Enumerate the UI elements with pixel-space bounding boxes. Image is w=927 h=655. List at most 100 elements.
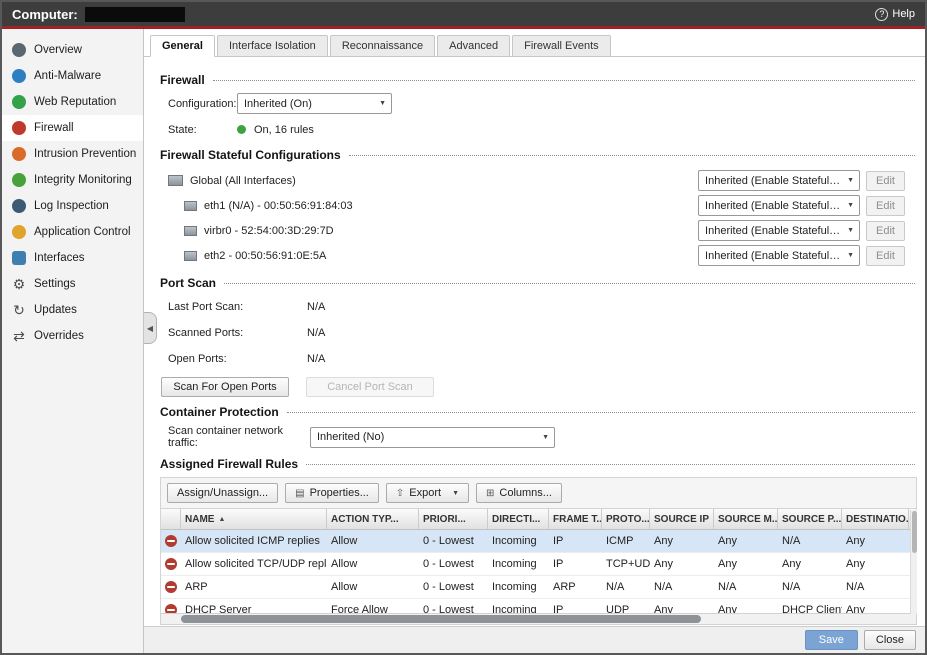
integrity-monitoring-icon — [12, 173, 26, 187]
edit-button[interactable]: Edit — [866, 196, 905, 216]
assigned-rules-block: Assign/Unassign... ▤ Properties... ⇧ Exp… — [160, 477, 917, 625]
port-scan-buttons: Scan For Open Ports Cancel Port Scan — [161, 377, 925, 397]
collapse-arrow-icon: ◀ — [147, 324, 153, 333]
sidebar-item-overview[interactable]: Overview — [2, 37, 143, 63]
rule-cell: Incoming — [488, 535, 549, 547]
column-header-source-port[interactable]: SOURCE P... — [778, 509, 842, 529]
columns-button[interactable]: ⊞ Columns... — [476, 483, 562, 503]
rule-cell: 0 - Lowest — [419, 558, 488, 570]
overrides-icon: ⇄ — [12, 329, 26, 343]
sidebar-item-interfaces[interactable]: Interfaces — [2, 245, 143, 271]
stateful-config-select[interactable]: Inherited (Enable Stateful Inspection) ▼ — [698, 220, 860, 241]
sidebar-item-integrity-monitoring[interactable]: Integrity Monitoring — [2, 167, 143, 193]
tab-interface-isolation[interactable]: Interface Isolation — [217, 35, 328, 57]
stateful-config-select[interactable]: Inherited (Enable Stateful Inspection) ▼ — [698, 170, 860, 191]
column-header-action-type[interactable]: ACTION TYP... — [327, 509, 419, 529]
window-title: Computer: — [12, 7, 78, 22]
horizontal-scrollbar[interactable] — [160, 613, 917, 625]
rule-row[interactable]: ARP Allow 0 - Lowest Incoming ARP N/A N/… — [161, 576, 917, 599]
open-ports-row: Open Ports: N/A — [168, 348, 925, 369]
web-reputation-icon — [12, 95, 26, 109]
port-scan-section-heading: Port Scan — [160, 276, 915, 290]
dotted-rule — [287, 412, 915, 413]
rule-cell: IP — [549, 558, 602, 570]
firewall-section-heading: Firewall — [160, 73, 915, 87]
column-header-priority[interactable]: PRIORI... — [419, 509, 488, 529]
sidebar-item-overrides[interactable]: ⇄ Overrides — [2, 323, 143, 349]
rule-cell: Allow — [327, 558, 419, 570]
vertical-scrollbar[interactable] — [910, 510, 917, 614]
sidebar-item-updates[interactable]: ↻ Updates — [2, 297, 143, 323]
export-button[interactable]: ⇧ Export ▼ — [386, 483, 469, 503]
sidebar-item-application-control[interactable]: Application Control — [2, 219, 143, 245]
rule-cell: IP — [549, 535, 602, 547]
rule-cell: ARP — [549, 581, 602, 593]
footer-bar: Save Close — [144, 626, 925, 653]
sidebar-item-label: Overview — [34, 44, 82, 56]
tab-reconnaissance[interactable]: Reconnaissance — [330, 35, 435, 57]
firewall-rule-icon — [165, 535, 177, 547]
sidebar: Overview Anti-Malware Web Reputation Fir… — [2, 29, 144, 653]
column-header-source-ip[interactable]: SOURCE IP — [650, 509, 714, 529]
stateful-config-select[interactable]: Inherited (Enable Stateful Inspection) ▼ — [698, 195, 860, 216]
column-header-frame-type[interactable]: FRAME T... — [549, 509, 602, 529]
tab-firewall-events[interactable]: Firewall Events — [512, 35, 611, 57]
scan-for-open-ports-button[interactable]: Scan For Open Ports — [161, 377, 289, 397]
assign-unassign-button[interactable]: Assign/Unassign... — [167, 483, 278, 503]
sidebar-item-firewall[interactable]: Firewall — [2, 115, 143, 141]
state-status-dot — [237, 125, 246, 134]
stateful-config-select[interactable]: Inherited (Enable Stateful Inspection) ▼ — [698, 245, 860, 266]
rule-row[interactable]: Allow solicited TCP/UDP replies Allow 0 … — [161, 553, 917, 576]
log-inspection-icon — [12, 199, 26, 213]
firewall-icon — [12, 121, 26, 135]
configuration-select[interactable]: Inherited (On) ▼ — [237, 93, 392, 114]
sidebar-item-label: Overrides — [34, 330, 84, 342]
column-header-source-mac[interactable]: SOURCE M... — [714, 509, 778, 529]
state-row: State: On, 16 rules — [168, 119, 925, 140]
horizontal-scrollbar-thumb[interactable] — [181, 615, 701, 623]
rule-row[interactable]: Allow solicited ICMP replies Allow 0 - L… — [161, 530, 917, 553]
stateful-row-eth2: eth2 - 00:50:56:91:0E:5A Inherited (Enab… — [184, 243, 905, 268]
properties-button[interactable]: ▤ Properties... — [285, 483, 379, 503]
close-button[interactable]: Close — [864, 630, 916, 650]
edit-button[interactable]: Edit — [866, 221, 905, 241]
tab-advanced[interactable]: Advanced — [437, 35, 510, 57]
chevron-down-icon: ▼ — [379, 100, 386, 107]
network-interface-icon — [184, 251, 197, 261]
sidebar-item-web-reputation[interactable]: Web Reputation — [2, 89, 143, 115]
sidebar-item-log-inspection[interactable]: Log Inspection — [2, 193, 143, 219]
cancel-port-scan-button[interactable]: Cancel Port Scan — [306, 377, 434, 397]
column-header-name[interactable]: NAME ▲ — [181, 509, 327, 529]
stateful-row-eth1: eth1 (N/A) - 00:50:56:91:84:03 Inherited… — [184, 193, 905, 218]
sidebar-item-settings[interactable]: ⚙ Settings — [2, 271, 143, 297]
state-label: State: — [168, 124, 237, 136]
rule-cell: TCP+UDP — [602, 558, 650, 570]
rule-cell: N/A — [778, 535, 842, 547]
container-scan-select[interactable]: Inherited (No) ▼ — [310, 427, 555, 448]
overview-icon — [12, 43, 26, 57]
column-header-direction[interactable]: DIRECTI... — [488, 509, 549, 529]
rule-cell: UDP — [602, 604, 650, 613]
save-button[interactable]: Save — [805, 630, 858, 650]
gear-icon: ⚙ — [12, 277, 26, 291]
column-header-destination[interactable]: DESTINATIO... — [842, 509, 909, 529]
rule-cell: N/A — [778, 581, 842, 593]
rule-cell: Any — [714, 558, 778, 570]
interface-label: eth2 - 00:50:56:91:0E:5A — [204, 250, 326, 262]
vertical-scrollbar-thumb[interactable] — [912, 511, 917, 553]
rule-row[interactable]: DHCP Server Force Allow 0 - Lowest Incom… — [161, 599, 917, 613]
column-header-protocol[interactable]: PROTO... — [602, 509, 650, 529]
edit-button[interactable]: Edit — [866, 246, 905, 266]
sidebar-item-intrusion-prevention[interactable]: Intrusion Prevention — [2, 141, 143, 167]
chevron-down-icon: ▼ — [847, 227, 854, 234]
configuration-label: Configuration: — [168, 98, 237, 110]
sidebar-collapse-handle[interactable]: ◀ — [144, 312, 157, 344]
sidebar-item-anti-malware[interactable]: Anti-Malware — [2, 63, 143, 89]
help-link[interactable]: ? Help — [875, 8, 915, 21]
scanned-ports-row: Scanned Ports: N/A — [168, 322, 925, 343]
tab-bar: General Interface Isolation Reconnaissan… — [144, 29, 925, 57]
tab-general[interactable]: General — [150, 35, 215, 57]
rule-cell: Any — [842, 558, 909, 570]
rule-cell: Any — [714, 604, 778, 613]
edit-button[interactable]: Edit — [866, 171, 905, 191]
